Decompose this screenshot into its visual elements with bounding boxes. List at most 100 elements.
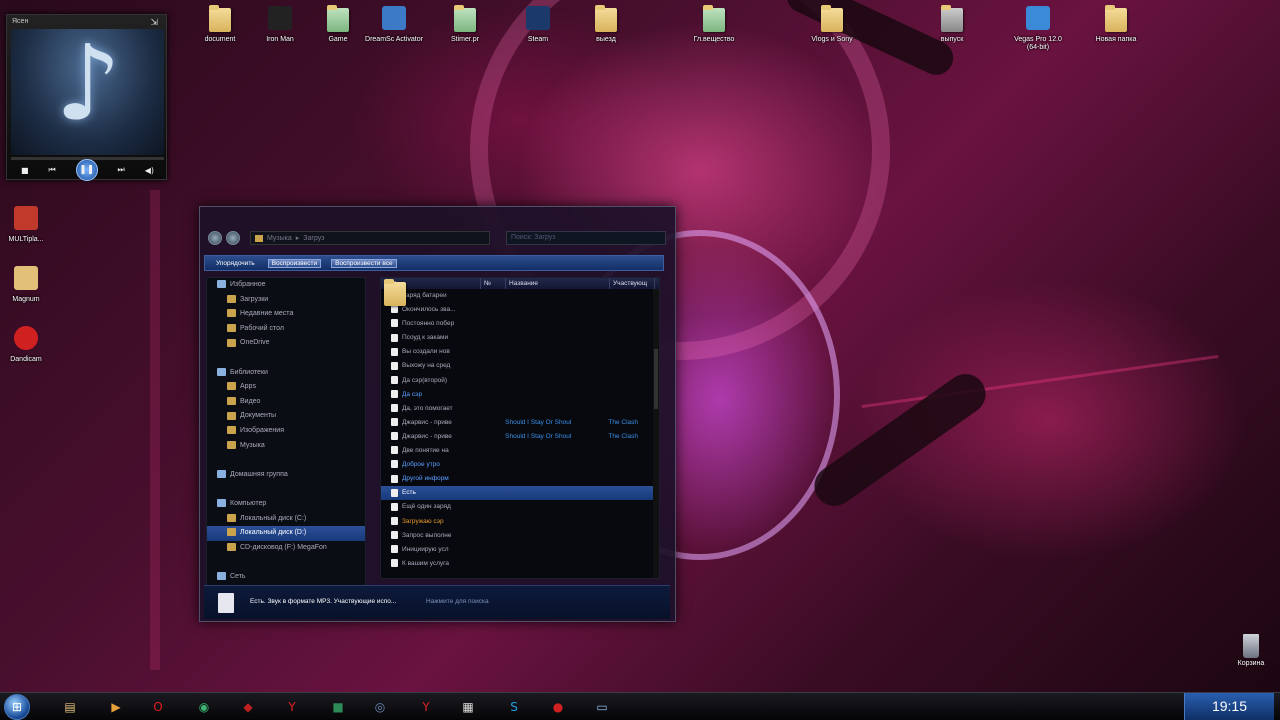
recycle-bin-icon <box>1243 634 1259 658</box>
desktop-icon[interactable]: Game <box>308 4 368 44</box>
column-artist[interactable]: Участвующ <box>610 278 655 289</box>
nav-item[interactable]: Apps <box>207 380 365 395</box>
file-artist <box>608 458 659 472</box>
address-bar[interactable]: Музыка ▸ Загруз <box>250 231 490 245</box>
breadcrumb-item[interactable]: Музыка <box>267 235 292 242</box>
file-row[interactable]: Есть <box>381 486 659 501</box>
explorer-window[interactable]: Музыка ▸ Загруз Поиск: Загруз Упорядочит… <box>199 206 676 622</box>
desktop-icon[interactable]: Гл.вещество <box>684 4 744 44</box>
bandicam-icon[interactable]: ● <box>546 697 570 717</box>
file-row[interactable]: Запрос выполне <box>381 529 659 543</box>
file-row[interactable]: Заряд батареи <box>381 289 659 303</box>
desktop-icon[interactable]: Iron Man <box>250 4 310 44</box>
column-title[interactable]: Название <box>506 278 610 289</box>
folder-icon <box>255 234 263 242</box>
desktop-icon[interactable]: MULTipla... <box>0 204 56 244</box>
desktop-icon[interactable]: выпуск <box>922 4 982 44</box>
game-icon[interactable]: ■ <box>326 697 350 717</box>
file-row[interactable]: Постоянно побер <box>381 317 659 331</box>
clock[interactable]: 19:15 <box>1184 693 1274 720</box>
desktop-icon[interactable]: Vegas Pro 12.0 (64-bit) <box>1008 4 1068 52</box>
search-input[interactable]: Поиск: Загруз <box>506 231 666 245</box>
file-row[interactable]: Ещё один заряд <box>381 500 659 514</box>
file-row[interactable]: Загружаю сэр <box>381 515 659 529</box>
file-row[interactable]: Окончилось зва... <box>381 303 659 317</box>
stop-icon[interactable]: ■ <box>21 166 29 175</box>
desktop-icon-label: Iron Man <box>266 36 294 43</box>
file-list[interactable]: Имя № Название Участвующ Заряд батареи Ок… <box>380 277 660 579</box>
nav-item[interactable]: CD-дисковод (F:) MegaFon <box>207 541 365 556</box>
desktop-icon[interactable]: Magnum <box>0 264 56 304</box>
forward-button[interactable] <box>226 231 240 245</box>
pause-icon[interactable]: ❚❚ <box>75 159 98 181</box>
nav-item[interactable]: Домашняя группа <box>207 468 365 483</box>
file-row[interactable]: Вы создали нов <box>381 345 659 359</box>
navigation-pane[interactable]: Избранное Загрузки Недавние места Рабочий с… <box>206 277 366 589</box>
nav-item[interactable]: Сеть <box>207 570 365 585</box>
nav-item[interactable]: Документы <box>207 409 365 424</box>
desktop-icon[interactable]: Новая папка <box>1086 4 1146 44</box>
monitor-icon[interactable]: ▭ <box>590 697 614 717</box>
yandex-icon[interactable]: Y <box>280 697 304 717</box>
nav-item[interactable]: Локальный диск (D:) <box>207 526 365 541</box>
file-row[interactable]: К вашим услуга <box>381 557 659 571</box>
file-name: Две понятие на <box>402 447 449 455</box>
recycle-bin[interactable]: Корзина <box>1232 634 1270 667</box>
dota-icon[interactable]: ◆ <box>236 697 260 717</box>
file-row[interactable]: Джарвис - приве Should I Stay Or Shoul The… <box>381 416 659 430</box>
steam-icon[interactable]: ◎ <box>368 697 392 717</box>
desktop-icon[interactable]: выезд <box>576 4 636 44</box>
folder-icon <box>217 367 226 376</box>
prev-icon[interactable]: ⏮ <box>48 165 55 175</box>
play-all-button[interactable]: Воспроизвести все <box>331 258 397 268</box>
file-row[interactable]: Две понятие на <box>381 444 659 458</box>
start-button[interactable]: ⊞ <box>4 694 30 720</box>
nav-item[interactable]: Библиотеки <box>207 366 365 381</box>
file-row[interactable]: Да сэр(второй) <box>381 374 659 388</box>
file-row[interactable]: Да сэр <box>381 388 659 402</box>
file-row[interactable]: Да, это помогает <box>381 402 659 416</box>
skype-icon[interactable]: S <box>502 697 526 717</box>
folder-icon <box>206 4 234 34</box>
column-number[interactable]: № <box>481 278 506 289</box>
yandex-browser-icon[interactable]: Y <box>414 697 438 717</box>
desktop-icon[interactable]: Steam <box>508 4 568 44</box>
nav-item[interactable]: Загрузки <box>207 293 365 308</box>
nav-item[interactable]: Компьютер <box>207 497 365 512</box>
nav-item[interactable]: Видео <box>207 395 365 410</box>
media-player[interactable]: Ясен ⇲ ♪ ■ ⏮ ❚❚ ⏭ ◀) <box>6 14 167 181</box>
organize-button[interactable]: Упорядочить <box>213 260 258 267</box>
nav-item[interactable]: Избранное <box>207 278 365 293</box>
nav-item[interactable]: Недавние места <box>207 307 365 322</box>
media-player-icon[interactable]: ▶ <box>104 697 128 717</box>
command-bar: Упорядочить Воспроизвести Воспроизвести … <box>204 255 664 271</box>
file-row[interactable]: Выхожу на сред <box>381 359 659 373</box>
back-button[interactable] <box>208 231 222 245</box>
volume-icon[interactable]: ◀) <box>145 166 154 175</box>
desktop-icon[interactable]: Dandicam <box>0 324 56 364</box>
nav-item[interactable]: Рабочий стол <box>207 322 365 337</box>
nav-item[interactable]: Локальный диск (C:) <box>207 512 365 527</box>
expand-icon[interactable]: ⇲ <box>150 17 158 28</box>
file-row[interactable]: Инициирую усл <box>381 543 659 557</box>
scrollbar[interactable] <box>653 289 659 578</box>
nav-item[interactable]: Музыка <box>207 439 365 454</box>
desktop-icon[interactable]: Vlogs и Sony <box>802 4 862 44</box>
file-row[interactable]: Джарвис - приве Should I Stay Or Shoul The… <box>381 430 659 444</box>
breadcrumb-item[interactable]: Загруз <box>303 235 324 242</box>
file-row[interactable]: Другой информ <box>381 472 659 486</box>
file-row[interactable]: Псоуд к заками <box>381 331 659 345</box>
desktop-icon-label: выезд <box>596 36 616 43</box>
desktop-icon[interactable]: DreamSc Activator <box>364 4 424 44</box>
nav-item[interactable]: Изображения <box>207 424 365 439</box>
nav-item[interactable]: OneDrive <box>207 336 365 351</box>
desktop-icon[interactable]: document <box>190 4 250 44</box>
explorer-icon[interactable]: ▤ <box>58 697 82 717</box>
play-button[interactable]: Воспроизвести <box>267 258 322 268</box>
chrome-icon[interactable]: ◉ <box>192 697 216 717</box>
calculator-icon[interactable]: ▦ <box>456 697 480 717</box>
next-icon[interactable]: ⏭ <box>118 165 125 175</box>
opera-icon[interactable]: O <box>146 697 170 717</box>
desktop-icon[interactable]: Stimer.pr <box>435 4 495 44</box>
file-row[interactable]: Доброе утро <box>381 458 659 472</box>
